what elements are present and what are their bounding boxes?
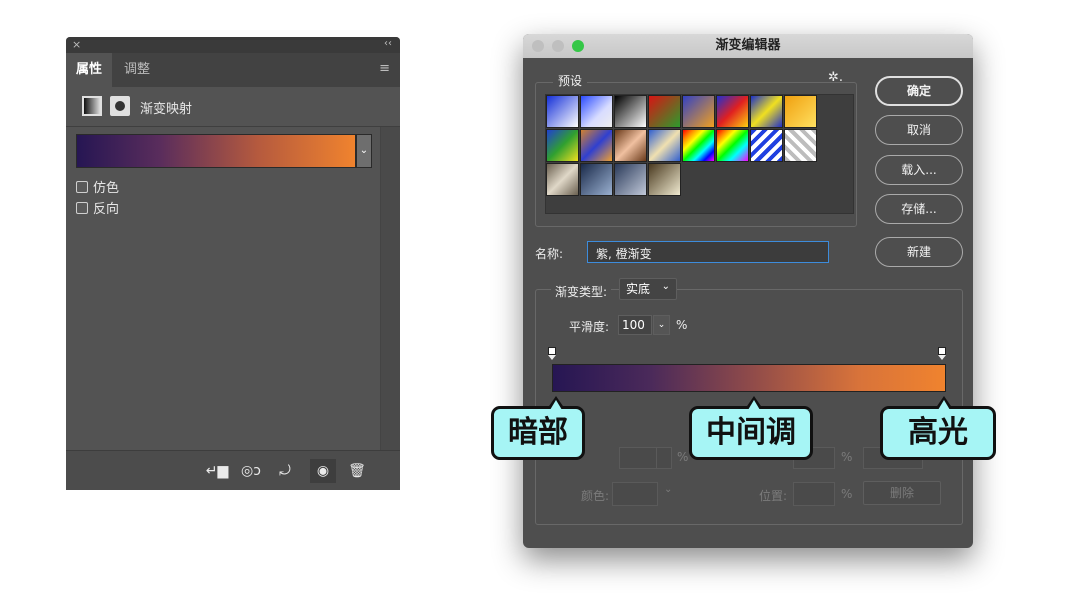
delete-button[interactable]: 删除 <box>863 481 941 505</box>
panel-footer: ↵▆ ◎ↄ ⤾ ◉ 🗑 <box>66 450 400 490</box>
smoothness-input[interactable]: 100 <box>618 315 652 335</box>
save-button[interactable]: 存储... <box>875 194 963 224</box>
zoom-window-icon[interactable] <box>572 40 584 52</box>
callout-pointer <box>935 396 953 410</box>
preset-swatch[interactable] <box>648 129 681 162</box>
gradient-type-label: 渐变类型: <box>551 283 612 300</box>
preset-swatch-grid <box>545 94 854 214</box>
preset-swatch[interactable] <box>614 129 647 162</box>
smoothness-dropdown-icon[interactable]: ⌄ <box>653 315 670 335</box>
gradient-type-select[interactable]: 实底 ⌄ <box>619 278 677 300</box>
presets-label: 预设 <box>553 72 588 89</box>
callout-shadows: 暗部 <box>491 396 585 460</box>
visibility-eye-icon[interactable]: ◉ <box>310 459 336 483</box>
ok-button[interactable]: 确定 <box>875 76 963 106</box>
name-label: 名称: <box>535 247 564 261</box>
stop-square <box>548 347 556 355</box>
view-previous-state-icon[interactable]: ◎ↄ <box>238 459 264 483</box>
tab-adjustments[interactable]: 调整 <box>114 53 160 87</box>
stop-pointer <box>938 355 946 360</box>
cancel-button[interactable]: 取消 <box>875 115 963 145</box>
smoothness-label: 平滑度: <box>569 320 610 334</box>
layer-mask-icon[interactable] <box>110 96 130 116</box>
gradient-dropdown-icon[interactable]: ⌄ <box>356 134 372 168</box>
preset-swatch[interactable] <box>580 129 613 162</box>
close-icon[interactable]: × <box>72 38 81 51</box>
smoothness-percent: % <box>676 318 688 332</box>
preset-swatch[interactable] <box>580 163 613 196</box>
reset-icon[interactable]: ⤾ <box>272 459 298 483</box>
location-percent: % <box>841 487 853 501</box>
stop-opacity-dropdown[interactable] <box>656 447 672 469</box>
stop-opacity-percent: % <box>677 450 689 464</box>
preset-swatch[interactable] <box>682 129 715 162</box>
dialog-titlebar: 渐变编辑器 <box>523 34 973 58</box>
gradient-type-value: 实底 <box>626 282 651 296</box>
stop-opacity-input[interactable] <box>619 447 657 469</box>
stop-pointer <box>548 355 556 360</box>
callout-highlights-text: 高光 <box>908 415 968 450</box>
chevron-down-icon: ⌄ <box>661 281 670 292</box>
color-label: 颜色: <box>581 489 610 503</box>
callout-pointer <box>745 396 763 410</box>
preset-swatch[interactable] <box>682 95 715 128</box>
color-dropdown-icon[interactable]: ⌄ <box>664 484 672 495</box>
panel-menu-icon[interactable]: ≡ <box>379 61 390 76</box>
reverse-label: 反向 <box>93 202 120 217</box>
adjustment-header: 渐变映射 <box>66 87 400 127</box>
preset-swatch[interactable] <box>648 163 681 196</box>
properties-panel: × ‹‹ 属性 调整 ≡ 渐变映射 ⌄ 仿色 反向 ↵▆ ◎ↄ ⤾ ◉ 🗑 <box>66 37 400 490</box>
trash-icon[interactable]: 🗑 <box>344 459 370 483</box>
panel-titlebar: × ‹‹ <box>66 37 400 53</box>
gear-icon[interactable]: ✲. <box>828 70 843 85</box>
dither-checkbox[interactable]: 仿色 <box>76 177 119 196</box>
preset-swatch[interactable] <box>546 95 579 128</box>
preset-swatch[interactable] <box>784 129 817 162</box>
tab-properties[interactable]: 属性 <box>66 53 113 87</box>
collapse-icon[interactable]: ‹‹ <box>384 38 392 49</box>
callout-shadows-text: 暗部 <box>508 415 568 450</box>
stop-square <box>938 347 946 355</box>
checkbox-box[interactable] <box>76 201 88 214</box>
new-button[interactable]: 新建 <box>875 237 963 267</box>
gradient-map-icon[interactable] <box>82 96 102 116</box>
clip-to-layer-icon[interactable]: ↵▆ <box>204 459 230 483</box>
adjustment-title: 渐变映射 <box>140 102 193 117</box>
location-label: 位置: <box>759 489 788 503</box>
preset-swatch[interactable] <box>716 129 749 162</box>
callout-midtones-text: 中间调 <box>706 415 796 450</box>
dither-label: 仿色 <box>93 181 120 196</box>
opacity-stop-left[interactable] <box>548 347 556 361</box>
dialog-title: 渐变编辑器 <box>715 38 781 53</box>
preset-swatch[interactable] <box>784 95 817 128</box>
reverse-checkbox[interactable]: 反向 <box>76 198 119 217</box>
close-window-icon[interactable] <box>532 40 544 52</box>
preset-swatch[interactable] <box>614 163 647 196</box>
callout-midtones: 中间调 <box>689 396 813 460</box>
preset-swatch[interactable] <box>716 95 749 128</box>
minimize-window-icon[interactable] <box>552 40 564 52</box>
name-input[interactable]: 紫, 橙渐变 <box>587 241 829 263</box>
stop-location-percent-top: % <box>841 450 853 464</box>
panel-tabs: 属性 调整 ≡ <box>66 53 400 87</box>
gradient-preview-bar[interactable] <box>76 134 356 168</box>
preset-swatch[interactable] <box>648 95 681 128</box>
color-swatch[interactable] <box>612 482 658 506</box>
checkbox-box[interactable] <box>76 180 88 193</box>
location-input[interactable] <box>793 482 835 506</box>
preset-swatch[interactable] <box>546 129 579 162</box>
opacity-stop-right[interactable] <box>938 347 946 361</box>
preset-swatch[interactable] <box>614 95 647 128</box>
panel-scrollbar[interactable] <box>380 127 400 490</box>
callout-pointer <box>547 396 565 410</box>
preset-swatch[interactable] <box>546 163 579 196</box>
preset-swatch[interactable] <box>580 95 613 128</box>
callout-highlights: 高光 <box>880 396 996 460</box>
load-button[interactable]: 载入... <box>875 155 963 185</box>
preset-swatch[interactable] <box>750 129 783 162</box>
preset-swatch[interactable] <box>750 95 783 128</box>
gradient-editor-dialog: 渐变编辑器 预设 ✲. 确定 取消 载入... 存储... 新建 名称: 紫, … <box>523 34 973 548</box>
gradient-bar[interactable] <box>552 364 946 392</box>
